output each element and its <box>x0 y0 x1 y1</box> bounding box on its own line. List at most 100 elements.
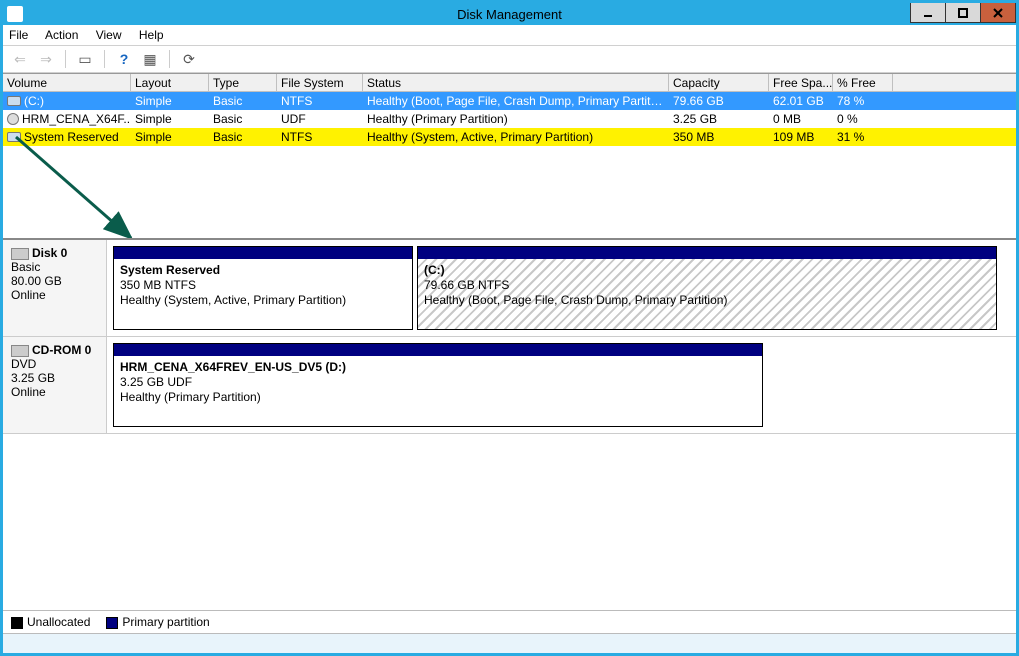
menu-file[interactable]: File <box>9 28 28 42</box>
menu-bar: File Action View Help <box>3 25 1016 46</box>
partition[interactable]: System Reserved350 MB NTFSHealthy (Syste… <box>113 246 413 330</box>
maximize-button[interactable] <box>945 3 981 23</box>
properties-button[interactable]: ▭ <box>74 48 96 70</box>
close-button[interactable] <box>980 3 1016 23</box>
window-title: Disk Management <box>3 7 1016 22</box>
drive-icon <box>7 96 21 106</box>
partition-header-bar <box>114 344 762 356</box>
volume-pctfree: 31 % <box>833 130 893 144</box>
volume-capacity: 79.66 GB <box>669 94 769 108</box>
volume-pctfree: 78 % <box>833 94 893 108</box>
volume-type: Basic <box>209 94 277 108</box>
disk-row: Disk 0Basic80.00 GBOnlineSystem Reserved… <box>3 240 1016 337</box>
volume-row[interactable]: HRM_CENA_X64F...SimpleBasicUDFHealthy (P… <box>3 110 1016 128</box>
col-freespace[interactable]: Free Spa... <box>769 74 833 91</box>
disk-type: DVD <box>11 357 36 371</box>
col-type[interactable]: Type <box>209 74 277 91</box>
col-volume[interactable]: Volume <box>3 74 131 91</box>
partition-header-bar <box>418 247 996 259</box>
toolbar: ⇐ ⇒ ▭ ? ▦ ⟳ <box>3 46 1016 73</box>
volume-list: Volume Layout Type File System Status Ca… <box>3 73 1016 238</box>
forward-button[interactable]: ⇒ <box>35 48 57 70</box>
volume-status: Healthy (System, Active, Primary Partiti… <box>363 130 669 144</box>
volume-type: Basic <box>209 130 277 144</box>
col-capacity[interactable]: Capacity <box>669 74 769 91</box>
volume-layout: Simple <box>131 112 209 126</box>
refresh-button[interactable]: ⟳ <box>178 48 200 70</box>
partition-body: System Reserved350 MB NTFSHealthy (Syste… <box>114 259 412 329</box>
col-filesystem[interactable]: File System <box>277 74 363 91</box>
disk-partitions: HRM_CENA_X64FREV_EN-US_DV5 (D:)3.25 GB U… <box>107 337 1016 433</box>
partition-sizefs: 350 MB NTFS <box>120 278 406 293</box>
menu-view[interactable]: View <box>96 28 122 42</box>
legend: Unallocated Primary partition <box>3 610 1016 633</box>
disk-id: CD-ROM 0 <box>32 343 91 357</box>
volume-layout: Simple <box>131 94 209 108</box>
disk-partitions: System Reserved350 MB NTFSHealthy (Syste… <box>107 240 1016 336</box>
col-layout[interactable]: Layout <box>131 74 209 91</box>
partition-status: Healthy (System, Active, Primary Partiti… <box>120 293 406 308</box>
partition-status: Healthy (Boot, Page File, Crash Dump, Pr… <box>424 293 990 308</box>
partition-name: System Reserved <box>120 263 406 278</box>
volume-layout: Simple <box>131 130 209 144</box>
toolbar-separator <box>169 50 170 68</box>
disk-status: Online <box>11 288 46 302</box>
disk-size: 80.00 GB <box>11 274 62 288</box>
volume-name: HRM_CENA_X64F... <box>22 112 131 126</box>
disk-type: Basic <box>11 260 40 274</box>
partition-name: HRM_CENA_X64FREV_EN-US_DV5 (D:) <box>120 360 756 375</box>
partition-header-bar <box>114 247 412 259</box>
partition-body: HRM_CENA_X64FREV_EN-US_DV5 (D:)3.25 GB U… <box>114 356 762 426</box>
volume-row[interactable]: System Reserved SimpleBasicNTFSHealthy (S… <box>3 128 1016 146</box>
partition-name: (C:) <box>424 263 990 278</box>
back-button[interactable]: ⇐ <box>9 48 31 70</box>
volume-pctfree: 0 % <box>833 112 893 126</box>
disk-management-window: Disk Management File Action View Help ⇐ … <box>0 0 1019 656</box>
menu-help[interactable]: Help <box>139 28 164 42</box>
volume-freespace: 109 MB <box>769 130 833 144</box>
legend-unallocated: Unallocated <box>11 615 90 629</box>
volume-capacity: 3.25 GB <box>669 112 769 126</box>
titlebar: Disk Management <box>3 3 1016 25</box>
disk-label[interactable]: Disk 0Basic80.00 GBOnline <box>3 240 107 336</box>
drive-icon <box>7 113 19 125</box>
help-button[interactable]: ? <box>113 48 135 70</box>
volume-name: System Reserved <box>24 130 119 144</box>
volume-row[interactable]: (C:)SimpleBasicNTFSHealthy (Boot, Page F… <box>3 92 1016 110</box>
partition[interactable]: HRM_CENA_X64FREV_EN-US_DV5 (D:)3.25 GB U… <box>113 343 763 427</box>
volume-status: Healthy (Boot, Page File, Crash Dump, Pr… <box>363 94 669 108</box>
minimize-button[interactable] <box>910 3 946 23</box>
volume-capacity: 350 MB <box>669 130 769 144</box>
window-controls <box>911 3 1016 25</box>
disk-label[interactable]: CD-ROM 0DVD3.25 GBOnline <box>3 337 107 433</box>
volume-freespace: 0 MB <box>769 112 833 126</box>
disk-status: Online <box>11 385 46 399</box>
partition[interactable]: (C:)79.66 GB NTFSHealthy (Boot, Page Fil… <box>417 246 997 330</box>
volume-filesystem: NTFS <box>277 130 363 144</box>
legend-primary: Primary partition <box>106 615 209 629</box>
toolbar-separator <box>104 50 105 68</box>
disk-id: Disk 0 <box>32 246 67 260</box>
volume-freespace: 62.01 GB <box>769 94 833 108</box>
col-pctfree[interactable]: % Free <box>833 74 893 91</box>
drive-icon <box>7 132 21 142</box>
disk-icon <box>11 248 29 260</box>
disk-row: CD-ROM 0DVD3.25 GBOnlineHRM_CENA_X64FREV… <box>3 337 1016 434</box>
volume-type: Basic <box>209 112 277 126</box>
partition-sizefs: 3.25 GB UDF <box>120 375 756 390</box>
swatch-primary <box>106 617 118 629</box>
disk-graphical-view[interactable]: Disk 0Basic80.00 GBOnlineSystem Reserved… <box>3 238 1016 610</box>
view-button[interactable]: ▦ <box>139 48 161 70</box>
disk-icon <box>11 345 29 357</box>
volume-filesystem: UDF <box>277 112 363 126</box>
menu-action[interactable]: Action <box>45 28 78 42</box>
volume-name: (C:) <box>24 94 44 108</box>
partition-status: Healthy (Primary Partition) <box>120 390 756 405</box>
col-status[interactable]: Status <box>363 74 669 91</box>
partition-body: (C:)79.66 GB NTFSHealthy (Boot, Page Fil… <box>418 259 996 329</box>
disk-size: 3.25 GB <box>11 371 55 385</box>
status-bar <box>3 633 1016 653</box>
partition-sizefs: 79.66 GB NTFS <box>424 278 990 293</box>
toolbar-separator <box>65 50 66 68</box>
volume-list-body[interactable]: (C:)SimpleBasicNTFSHealthy (Boot, Page F… <box>3 92 1016 238</box>
